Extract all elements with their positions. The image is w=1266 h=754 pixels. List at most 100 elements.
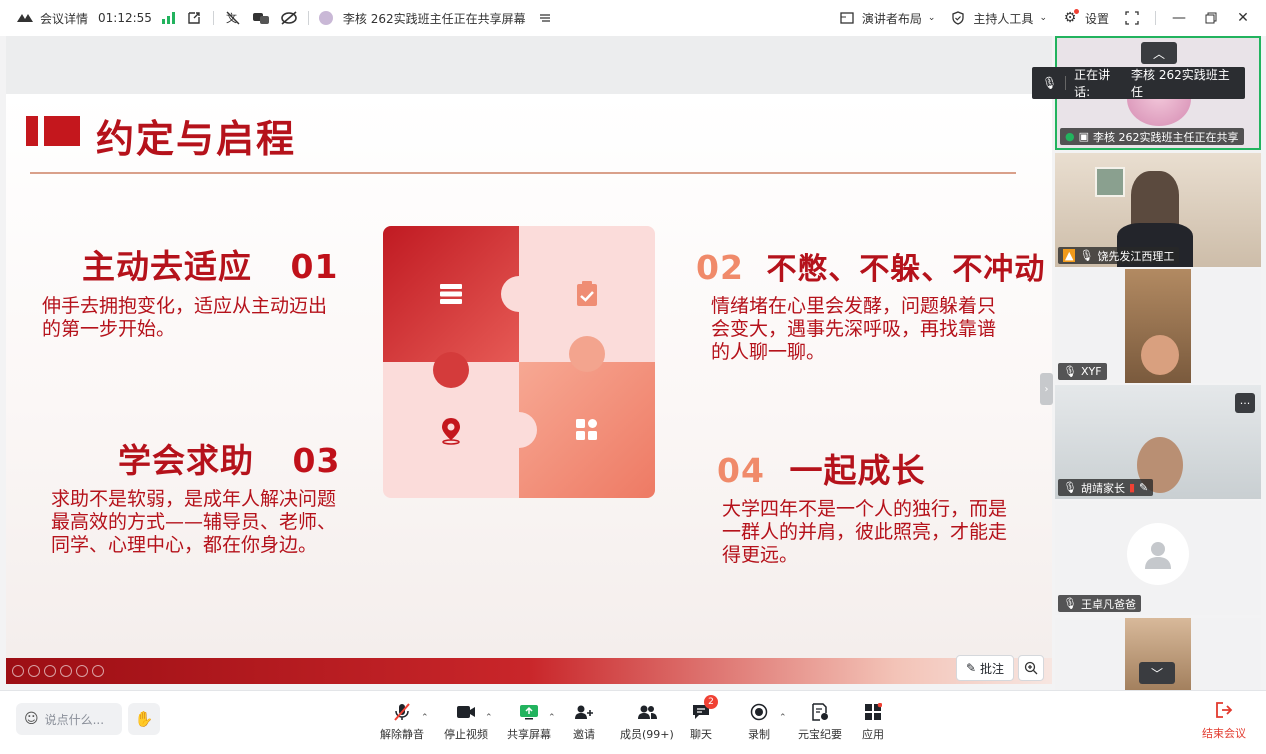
- end-meeting-button[interactable]: 结束会议: [1202, 701, 1246, 741]
- zoom-in-button[interactable]: [1018, 655, 1044, 681]
- pen-icon[interactable]: [44, 665, 56, 677]
- record-button[interactable]: 录制: [748, 701, 770, 742]
- chat-input-placeholder: 说点什么...: [44, 712, 105, 727]
- camera-icon: [456, 701, 476, 723]
- divider: [1155, 11, 1156, 25]
- translate-off-icon[interactable]: 文: [224, 9, 242, 27]
- settings-button[interactable]: ⚙ 设置: [1061, 9, 1109, 27]
- record-label: 录制: [748, 728, 770, 741]
- mic-muted-icon: [393, 701, 411, 723]
- host-tools-button[interactable]: 主持人工具 ⌄: [949, 9, 1047, 27]
- chat-button[interactable]: 2 聊天: [690, 695, 718, 742]
- settings-label: 设置: [1084, 11, 1109, 26]
- pop-out-icon[interactable]: [185, 9, 203, 27]
- active-speaker-banner: 🎙 正在讲话: 李核 262实践班主任: [1032, 67, 1245, 99]
- divider: [1065, 76, 1067, 90]
- speaking-prefix: 正在讲话:: [1074, 68, 1111, 99]
- unmute-button[interactable]: 解除静音: [380, 701, 424, 742]
- participant-name-tag: ▲ 🎙 饶先发江西理工: [1058, 247, 1180, 264]
- yuanbao-notes-button[interactable]: 元宝纪要: [798, 701, 842, 742]
- participant-tile[interactable]: 🎙 王卓凡爸爸: [1055, 501, 1261, 615]
- host-tools-label: 主持人工具: [973, 11, 1034, 26]
- tencent-meeting-logo-icon: [16, 9, 34, 27]
- fullscreen-icon[interactable]: [1123, 9, 1141, 27]
- yuanbao-notes-label: 元宝纪要: [798, 728, 842, 741]
- mic-muted-icon: 🎙: [1063, 481, 1077, 494]
- prev-slide-icon[interactable]: [12, 665, 24, 677]
- puzzle-graphic: [383, 226, 655, 498]
- close-icon[interactable]: ✕: [1234, 9, 1252, 27]
- restore-icon[interactable]: [1202, 9, 1220, 27]
- participant-tile[interactable]: ▲ 🎙 饶先发江西理工: [1055, 153, 1261, 267]
- title-bar: 会议详情 01:12:55 文 李核 262实践班主任正在共享屏幕 演讲者布局: [0, 0, 1266, 36]
- apps-button[interactable]: 应用: [862, 701, 884, 742]
- item-01-text: 伸手去拥抱变化，适应从主动迈出 的第一步开始。: [42, 295, 327, 341]
- title-decoration-bar: [26, 116, 38, 146]
- apps-grid-icon: [864, 701, 882, 723]
- chevron-up-icon[interactable]: ⌃: [485, 713, 493, 723]
- slides-overview-icon[interactable]: [60, 665, 72, 677]
- sharing-status-text: 李核 262实践班主任正在共享屏幕: [342, 11, 526, 26]
- stop-video-label: 停止视频: [444, 728, 488, 741]
- apps-label: 应用: [862, 728, 884, 741]
- chevron-up-icon[interactable]: ⌃: [421, 713, 429, 723]
- item-02-line: 的人聊一聊。: [711, 341, 826, 363]
- participant-tile[interactable]: ﹀: [1055, 618, 1261, 690]
- annotate-button[interactable]: ✎ 批注: [956, 655, 1014, 681]
- magnifier-icon[interactable]: [76, 665, 88, 677]
- more-options-icon[interactable]: [92, 665, 104, 677]
- item-03-heading-text: 学会求助: [118, 441, 254, 480]
- presenter-layout-button[interactable]: 演讲者布局 ⌄: [838, 9, 936, 27]
- speaking-name: 李核 262实践班主任: [1131, 68, 1230, 99]
- chevron-up-icon[interactable]: ⌃: [548, 713, 556, 723]
- members-button[interactable]: 成员(99+): [620, 701, 674, 742]
- chevron-down-icon: ⌄: [927, 13, 936, 23]
- participant-tile[interactable]: 🎙 XYF: [1055, 269, 1261, 383]
- item-04-line: 大学四年不是一个人的独行，而是: [722, 498, 1008, 520]
- scroll-down-button[interactable]: ﹀: [1139, 662, 1175, 684]
- item-04-line: 一群人的并肩，彼此照亮，才能走: [722, 521, 1008, 543]
- screen-share-icon: ▣: [1078, 130, 1090, 143]
- gear-icon: ⚙: [1061, 9, 1079, 27]
- item-03-text: 求助不是软弱，是成年人解决问题 最高效的方式——辅导员、老师、 同学、心理中心，…: [51, 488, 336, 557]
- meeting-details-button[interactable]: 会议详情: [16, 9, 88, 27]
- participant-tile[interactable]: ··· 🎙 胡靖家长 ▮ ✎: [1055, 385, 1261, 499]
- meeting-timer: 01:12:55: [98, 11, 152, 25]
- title-bar-right: 演讲者布局 ⌄ 主持人工具 ⌄ ⚙ 设置 — ✕: [838, 0, 1252, 36]
- chat-input[interactable]: ☺ 说点什么...: [16, 703, 122, 735]
- item-02-number: 02: [696, 248, 744, 287]
- invite-label: 邀请: [573, 728, 595, 741]
- collapse-sidebar-button[interactable]: ›: [1040, 373, 1053, 405]
- sharer-avatar: [318, 11, 333, 25]
- minimize-icon[interactable]: —: [1170, 9, 1188, 27]
- puzzle-piece-4: [519, 362, 655, 498]
- pen-icon: ✎: [1139, 481, 1149, 494]
- caption-icon[interactable]: [252, 9, 270, 27]
- item-02-text: 情绪堵在心里会发酵，问题躲着只 会变大，遇事先深呼吸，再找靠谱 的人聊一聊。: [711, 295, 996, 364]
- presentation-slide: 约定与启程 主动去适应 01 伸手去拥抱变化，适应从主动迈出 的第一步开始。 0…: [6, 94, 1052, 658]
- share-screen-button[interactable]: 共享屏幕: [507, 701, 551, 742]
- slide-nav-controls[interactable]: [12, 665, 104, 677]
- item-01-heading-text: 主动去适应: [82, 247, 252, 286]
- sharing-menu-icon[interactable]: [536, 9, 554, 27]
- scroll-up-button[interactable]: ︿: [1141, 42, 1177, 64]
- more-options-icon[interactable]: ···: [1235, 393, 1255, 413]
- item-03-line: 最高效的方式——辅导员、老师、: [51, 511, 337, 533]
- avatar-placeholder: [1127, 523, 1189, 585]
- pencil-icon: ✎: [965, 661, 977, 675]
- shared-screen-area[interactable]: 约定与启程 主动去适应 01 伸手去拥抱变化，适应从主动迈出 的第一步开始。 0…: [6, 36, 1052, 684]
- list-icon: [440, 284, 462, 304]
- raise-hand-button[interactable]: ✋: [128, 703, 160, 735]
- chevron-up-icon[interactable]: ⌃: [779, 713, 787, 723]
- item-01-line: 的第一步开始。: [42, 318, 176, 340]
- members-label: 成员(99+): [620, 728, 674, 741]
- next-slide-icon[interactable]: [28, 665, 40, 677]
- stop-video-button[interactable]: 停止视频: [444, 701, 488, 742]
- item-03-heading: 学会求助 03: [118, 434, 340, 482]
- user-icon: [1145, 542, 1171, 569]
- exit-icon: [1215, 701, 1233, 722]
- invite-button[interactable]: 邀请: [573, 701, 595, 742]
- hide-video-icon[interactable]: [280, 9, 298, 27]
- share-screen-icon: [519, 701, 539, 723]
- participant-name-tag: ● ▣ 李核 262实践班主任正在共享: [1060, 128, 1244, 145]
